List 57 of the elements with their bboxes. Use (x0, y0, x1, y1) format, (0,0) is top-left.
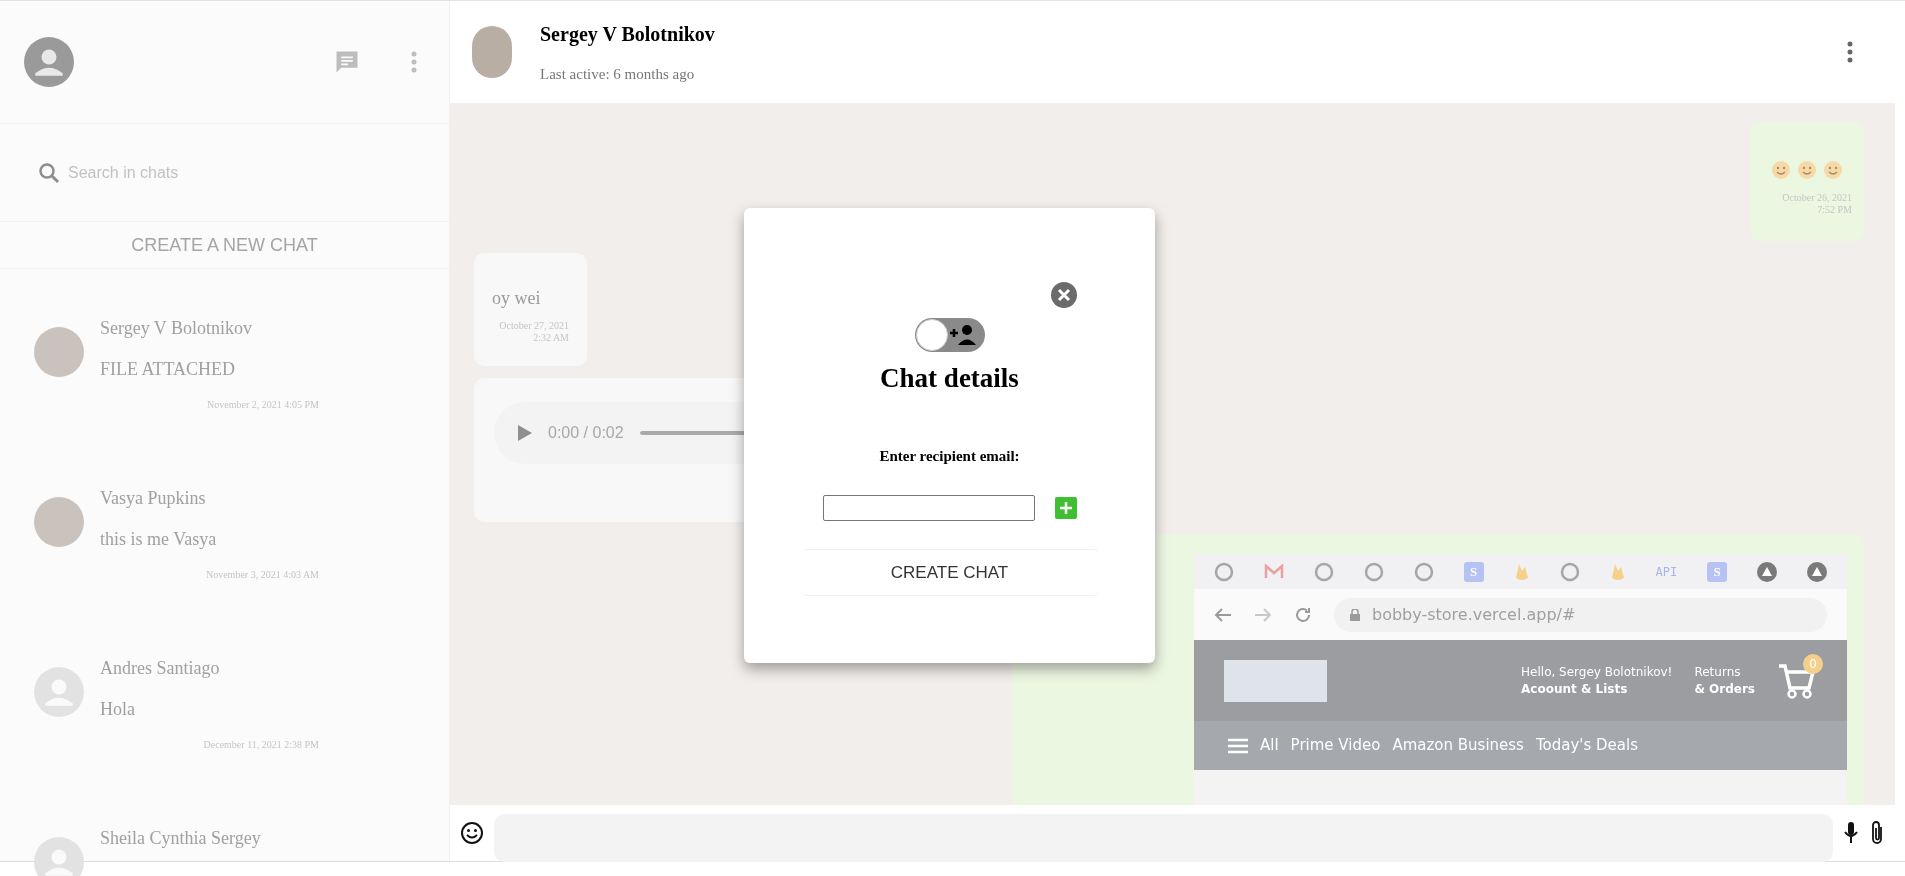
email-input[interactable] (822, 495, 1035, 521)
chat-name: Vasya Pupkins (100, 487, 207, 510)
close-icon[interactable] (1051, 282, 1077, 308)
bookmark-icon[interactable]: S (1707, 561, 1728, 582)
audio-time: 0:00 / 0:02 (548, 423, 624, 443)
menu-icon[interactable] (1228, 737, 1248, 754)
greeting-text: Hello, Sergey Bolotnikov! (1521, 663, 1673, 681)
email-label: Enter recipient email: (879, 446, 1020, 466)
search-icon (38, 161, 60, 184)
avatar-photo (34, 327, 84, 377)
play-icon[interactable] (518, 425, 532, 441)
avatar-placeholder (34, 667, 84, 717)
lock-icon (1350, 608, 1360, 621)
cart-icon[interactable] (1777, 661, 1817, 700)
last-active-text: Last active: 6 months ago (540, 64, 696, 84)
microphone-icon[interactable] (1843, 821, 1859, 845)
back-arrow-icon[interactable] (1214, 606, 1232, 623)
returns-text: Returns (1694, 663, 1742, 681)
account-link[interactable]: Acoount & Lists (1521, 680, 1673, 698)
url-text: bobby-store.vercel.app/# (1372, 603, 1576, 626)
contact-avatar-photo (472, 26, 512, 78)
chat-last-message: Hola (100, 698, 136, 721)
search-input[interactable]: Search in chats (68, 160, 368, 185)
bookmark-icon[interactable]: S (1463, 561, 1484, 582)
more-options-icon[interactable] (1847, 41, 1853, 63)
mail-icon[interactable] (1263, 563, 1284, 580)
bookmark-icon[interactable]: API (1655, 562, 1678, 581)
nav-link[interactable]: Amazon Business (1392, 734, 1524, 757)
smiling-face-icon (1823, 160, 1843, 180)
paperclip-icon[interactable] (1869, 820, 1885, 846)
chat-last-message: FILE ATTACHED (100, 358, 237, 381)
chat-name: Sergey V Bolotnikov (100, 317, 253, 340)
add-button[interactable] (1054, 497, 1077, 519)
message-input[interactable] (494, 814, 1833, 862)
toggle-switch[interactable] (914, 318, 985, 352)
add-person-icon (948, 323, 977, 347)
modal-title: Chat details (880, 362, 1019, 395)
chat-list-item[interactable]: Sheila Cynthia Sergey (0, 825, 449, 876)
orders-link[interactable]: & Orders (1694, 680, 1755, 698)
address-bar[interactable]: bobby-store.vercel.app/# (1334, 597, 1827, 632)
nav-link[interactable]: Prime Video (1290, 734, 1381, 757)
plus-icon (1059, 502, 1072, 514)
reload-icon[interactable] (1294, 605, 1312, 624)
chat-last-message: this is me Vasya (100, 528, 218, 551)
chat-name: Sheila Cynthia Sergey (100, 827, 262, 850)
nav-link[interactable]: All (1260, 734, 1279, 757)
message-text: oy wei (492, 287, 542, 310)
contact-name: Sergey V Bolotnikov (540, 21, 715, 48)
forward-arrow-icon[interactable] (1254, 606, 1272, 623)
nav-link[interactable]: Today's Deals (1535, 734, 1638, 757)
cart-count-badge: 0 (1803, 653, 1823, 674)
create-chat-button[interactable]: CREATE CHAT (800, 549, 1099, 596)
profile-avatar (24, 37, 74, 87)
avatar-photo (34, 497, 84, 547)
create-chat-button[interactable]: CREATE A NEW CHAT (0, 222, 449, 269)
chat-name: Andres Santiago (100, 657, 221, 680)
emoji-icon[interactable] (460, 821, 484, 845)
